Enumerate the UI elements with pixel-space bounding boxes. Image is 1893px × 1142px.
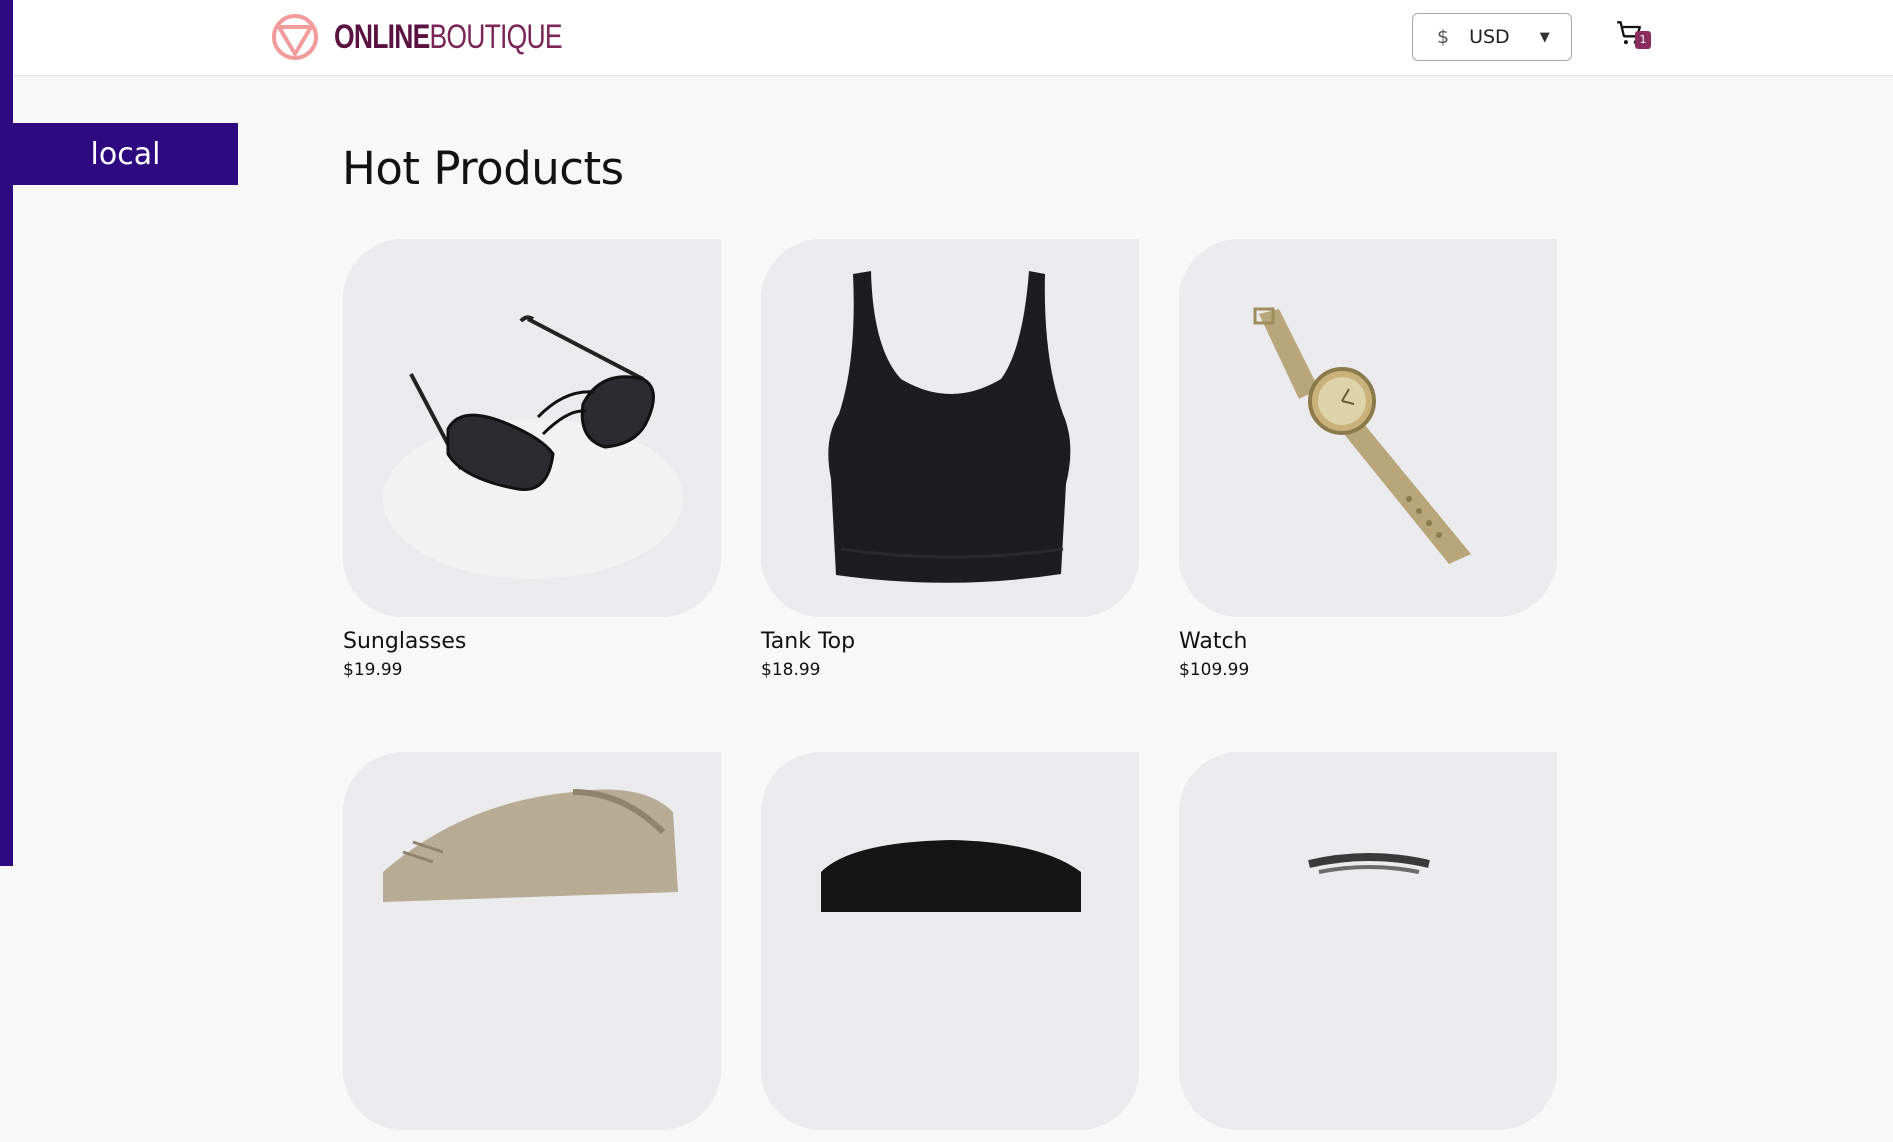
section-title: Hot Products <box>342 142 624 195</box>
product-image[interactable] <box>1179 239 1557 617</box>
product-card-loafers[interactable] <box>343 752 721 1142</box>
cart-button[interactable]: 1 <box>1616 20 1652 52</box>
product-image[interactable] <box>1179 752 1557 1130</box>
currency-code: USD <box>1469 26 1510 48</box>
product-card-sunglasses[interactable]: Sunglasses $19.99 <box>343 239 721 680</box>
product-card-hairdryer[interactable] <box>761 752 1139 1142</box>
logo-mark-icon <box>272 14 318 60</box>
product-card-watch[interactable]: Watch $109.99 <box>1179 239 1557 680</box>
product-image[interactable] <box>761 752 1139 1130</box>
candle-holder-image <box>1179 752 1557 1130</box>
currency-symbol: $ <box>1437 26 1450 48</box>
product-price: $19.99 <box>343 660 403 680</box>
currency-select[interactable]: $ USD ▼ <box>1412 13 1572 61</box>
product-image[interactable] <box>343 239 721 617</box>
product-card-tank-top[interactable]: Tank Top $18.99 <box>761 239 1139 680</box>
product-card-candle-holder[interactable] <box>1179 752 1557 1142</box>
hairdryer-image <box>761 752 1139 1130</box>
product-name[interactable]: Watch <box>1179 629 1557 654</box>
product-price: $18.99 <box>761 660 821 680</box>
product-name[interactable]: Sunglasses <box>343 629 721 654</box>
product-image[interactable] <box>343 752 721 1130</box>
brand-name-light: BOUTIQUE <box>429 17 563 56</box>
brand-name-bold: ONLINE <box>334 17 430 56</box>
product-name[interactable]: Tank Top <box>761 629 1139 654</box>
loafers-image <box>343 752 721 1130</box>
brand-logo[interactable]: ONLINEBOUTIQUE <box>270 12 626 62</box>
cart-count-badge: 1 <box>1635 31 1651 49</box>
watch-image <box>1179 239 1557 617</box>
tank-top-image <box>761 239 1139 617</box>
brand-wordmark: ONLINEBOUTIQUE <box>334 17 563 57</box>
environment-banner: local <box>13 123 238 185</box>
product-price: $109.99 <box>1179 660 1250 680</box>
top-header: ONLINEBOUTIQUE $ USD ▼ 1 <box>13 0 1893 76</box>
chevron-down-icon: ▼ <box>1539 29 1550 45</box>
product-image[interactable] <box>761 239 1139 617</box>
left-accent-stripe <box>0 0 13 866</box>
sunglasses-image <box>343 239 721 617</box>
